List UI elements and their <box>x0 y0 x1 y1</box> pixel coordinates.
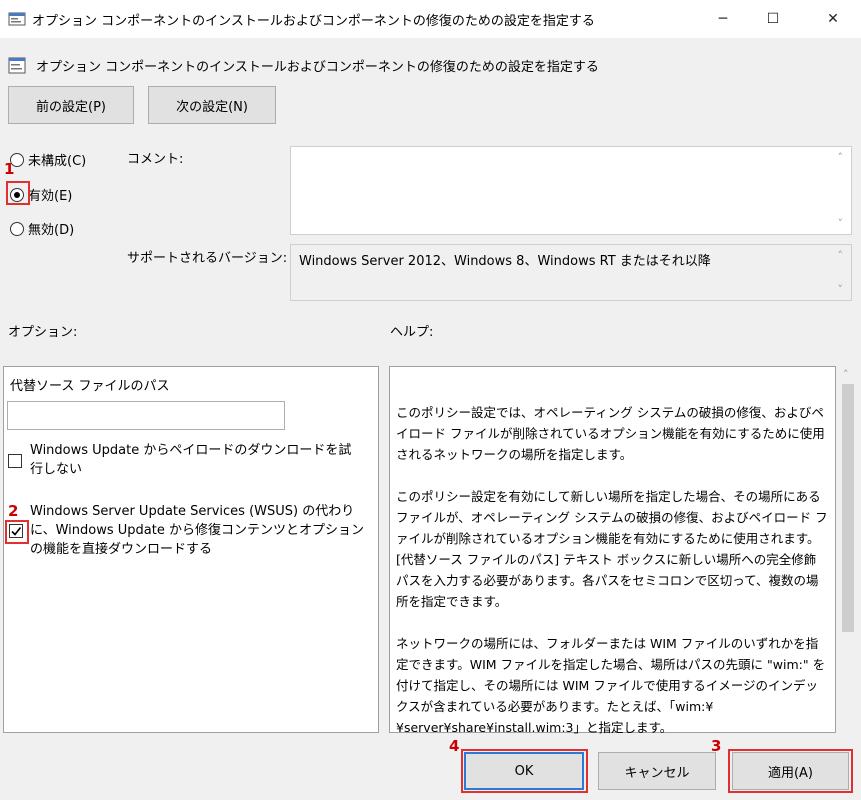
previous-setting-button[interactable]: 前の設定(P) <box>8 86 134 124</box>
cancel-button[interactable]: キャンセル <box>598 752 716 790</box>
alt-source-path-input[interactable] <box>7 401 285 430</box>
apply-button[interactable]: 適用(A) <box>732 752 849 790</box>
policy-editor-icon <box>8 12 26 26</box>
supported-versions-value: Windows Server 2012、Windows 8、Windows RT… <box>299 254 711 269</box>
scroll-down-icon[interactable]: ˅ <box>838 283 844 296</box>
maximize-button[interactable]: ☐ <box>750 0 796 38</box>
comment-field[interactable]: ˄ ˅ <box>290 146 852 235</box>
step-marker-4: 4 <box>449 737 460 755</box>
radio-label: 未構成(C) <box>28 154 87 169</box>
radio-circle[interactable] <box>10 221 24 236</box>
step-marker-1: 1 <box>4 160 15 178</box>
help-paragraph: このポリシー設定を有効にして新しい場所を指定した場合、その場所にあるファイルが、… <box>396 489 828 609</box>
next-setting-button[interactable]: 次の設定(N) <box>148 86 276 124</box>
checkmark-icon <box>11 527 22 536</box>
help-paragraph: このポリシー設定では、オペレーティング システムの破損の修復、およびペイロード … <box>396 405 825 462</box>
help-label: ヘルプ: <box>390 325 434 340</box>
download-from-windows-update-checkbox[interactable] <box>9 524 23 538</box>
supported-versions-label: サポートされるバージョン: <box>127 251 288 266</box>
download-from-windows-update-label: Windows Server Update Services (WSUS) の代… <box>30 504 364 557</box>
alt-source-label: 代替ソース ファイルのパス <box>10 379 170 394</box>
setting-heading: オプション コンポーネントのインストールおよびコンポーネントの修復のための設定を… <box>36 60 599 75</box>
help-paragraph: ネットワークの場所には、フォルダーまたは WIM ファイルのいずれかを指定できま… <box>396 636 826 735</box>
step-marker-2: 2 <box>8 502 19 520</box>
window-title: オプション コンポーネントのインストールおよびコンポーネントの修復のための設定を… <box>32 14 595 29</box>
radio-label: 無効(D) <box>28 223 75 238</box>
close-button[interactable]: ✕ <box>810 0 856 38</box>
scroll-down-icon[interactable]: ˅ <box>838 217 844 230</box>
no-windows-update-checkbox[interactable] <box>8 454 22 468</box>
help-text: このポリシー設定では、オペレーティング システムの破損の修復、およびペイロード … <box>396 402 828 759</box>
highlight-box-enabled <box>6 181 30 205</box>
scroll-up-icon[interactable]: ˄ <box>838 249 844 262</box>
minimize-button[interactable]: ─ <box>700 0 746 38</box>
comment-label: コメント: <box>127 152 184 167</box>
help-scrollbar-thumb[interactable] <box>842 384 854 632</box>
radio-disabled[interactable]: 無効(D) <box>10 219 74 238</box>
ok-button[interactable]: OK <box>464 752 584 790</box>
scroll-up-icon[interactable]: ˄ <box>843 368 849 381</box>
radio-not-configured[interactable]: 未構成(C) <box>10 150 86 169</box>
scroll-up-icon[interactable]: ˄ <box>838 151 844 164</box>
policy-setting-icon <box>8 57 26 74</box>
no-windows-update-label: Windows Update からペイロードのダウンロードを試行しない <box>30 443 352 477</box>
options-label: オプション: <box>8 325 78 340</box>
radio-label: 有効(E) <box>28 189 73 204</box>
